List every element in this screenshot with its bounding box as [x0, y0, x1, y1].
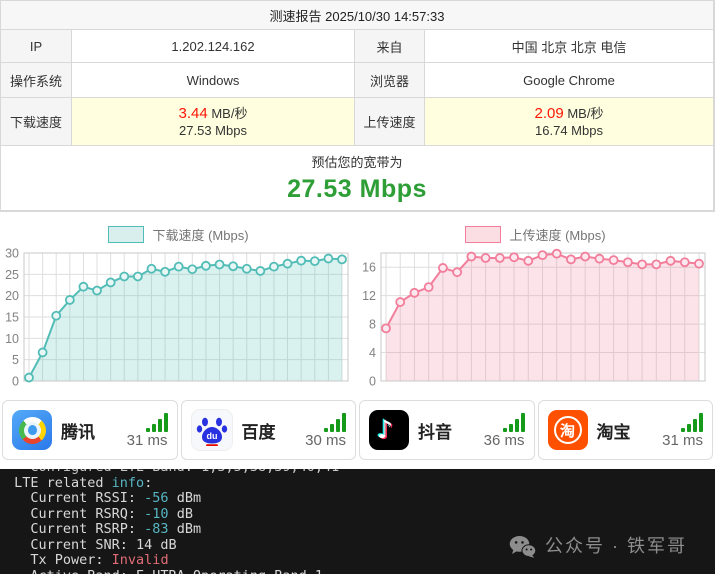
bandwidth-estimate: 预估您的宽带为 27.53 Mbps [1, 146, 714, 211]
signal-bars-icon [324, 413, 346, 432]
download-speed-value: 3.44 MB/秒 27.53 Mbps [72, 98, 355, 146]
ip-label: IP [1, 30, 72, 63]
ping-card-baidu: du 百度 30 ms [181, 400, 357, 460]
download-mb-unit: MB/秒 [211, 106, 247, 121]
upload-speed-value: 2.09 MB/秒 16.74 Mbps [425, 98, 714, 146]
svg-text:0: 0 [369, 375, 376, 389]
bandwidth-caption: 预估您的宽带为 [311, 152, 402, 171]
download-mb-value: 3.44 [179, 105, 208, 122]
svg-text:8: 8 [369, 318, 376, 332]
watermark: 公众号 · 铁军哥 [509, 535, 687, 558]
upload-legend-label: 上传速度 (Mbps) [509, 225, 605, 244]
download-mbps-value: 27.53 Mbps [179, 122, 247, 139]
download-chart: 下载速度 (Mbps) 0 5 10 15 20 25 30 [0, 224, 357, 390]
upload-chart: 上传速度 (Mbps) 0 4 8 12 16 [357, 224, 714, 390]
svg-text:20: 20 [5, 289, 19, 303]
download-legend-label: 下载速度 (Mbps) [152, 225, 248, 244]
browser-value: Google Chrome [425, 63, 714, 98]
svg-text:4: 4 [369, 346, 376, 360]
upload-mb-value: 2.09 [535, 105, 564, 122]
upload-mb-unit: MB/秒 [567, 106, 603, 121]
terminal-line: Active Band: E-UTRA Operating Band 1 [6, 569, 715, 574]
ping-card-taobao: 淘淘宝 31 ms [538, 400, 714, 460]
speedtest-report-page: 测速报告 2025/10/30 14:57:33 IP 1.202.124.16… [0, 0, 715, 574]
douyin-icon: ♪♪♪ [369, 410, 409, 450]
report-table: 测速报告 2025/10/30 14:57:33 IP 1.202.124.16… [0, 0, 715, 212]
latency-value: 30 ms [305, 433, 346, 448]
origin-value: 中国 北京 北京 电信 [425, 30, 714, 63]
download-speed-label: 下载速度 [1, 98, 72, 146]
latency-value: 31 ms [127, 433, 168, 448]
tencent-icon [12, 410, 52, 450]
svg-text:du: du [206, 431, 217, 441]
browser-label: 浏览器 [355, 63, 425, 98]
ping-card-latency-block: 36 ms [484, 413, 525, 448]
origin-label: 来自 [355, 30, 425, 63]
svg-text:5: 5 [12, 353, 19, 367]
svg-text:15: 15 [5, 311, 19, 325]
os-value: Windows [72, 63, 355, 98]
terminal-line: LTE related info: [6, 476, 715, 492]
baidu-icon: du [191, 409, 233, 451]
ping-card-name: 百度 [242, 418, 276, 443]
ping-cards-row: 腾讯 31 ms du 百度 30 ms ♪♪♪ 抖音 36 ms 淘淘宝 31 ms [0, 400, 715, 460]
upload-chart-plot: 0 4 8 12 16 [360, 246, 712, 390]
taobao-icon: 淘 [548, 410, 588, 450]
upload-chart-legend: 上传速度 (Mbps) [465, 224, 605, 244]
download-chart-plot: 0 5 10 15 20 25 30 [3, 246, 355, 390]
signal-bars-icon [146, 413, 168, 432]
signal-bars-icon [681, 413, 703, 432]
report-title: 测速报告 2025/10/30 14:57:33 [1, 1, 714, 30]
latency-value: 36 ms [484, 433, 525, 448]
svg-text:12: 12 [362, 289, 376, 303]
ip-value: 1.202.124.162 [72, 30, 355, 63]
charts-section: 下载速度 (Mbps) 0 5 10 15 20 25 30 上传速度 (Mbps) 0 4 8… [0, 224, 715, 390]
ping-card-douyin: ♪♪♪ 抖音 36 ms [359, 400, 535, 460]
ping-card-latency-block: 30 ms [305, 413, 346, 448]
download-chart-legend: 下载速度 (Mbps) [108, 224, 248, 244]
signal-bars-icon [503, 413, 525, 432]
ping-card-latency-block: 31 ms [127, 413, 168, 448]
ping-card-name: 淘宝 [597, 418, 631, 443]
ping-card-tencent: 腾讯 31 ms [2, 400, 178, 460]
upload-legend-swatch [465, 226, 501, 243]
svg-text:16: 16 [362, 261, 376, 275]
wechat-icon [509, 535, 536, 558]
download-legend-swatch [108, 226, 144, 243]
svg-text:30: 30 [5, 247, 19, 261]
ping-card-name: 抖音 [418, 418, 452, 443]
watermark-text: 公众号 · 铁军哥 [545, 539, 687, 555]
upload-mbps-value: 16.74 Mbps [535, 122, 603, 139]
ping-card-latency-block: 31 ms [662, 413, 703, 448]
svg-text:25: 25 [5, 268, 19, 282]
latency-value: 31 ms [662, 433, 703, 448]
upload-speed-label: 上传速度 [355, 98, 425, 146]
terminal-lines: Configured LTE Band: 1,3,5,38,39,40,41 L… [6, 469, 715, 574]
terminal-output: Configured LTE Band: 1,3,5,38,39,40,41 L… [0, 469, 715, 574]
terminal-line: Current RSRQ: -10 dB [6, 507, 715, 523]
ping-card-name: 腾讯 [61, 418, 95, 443]
os-label: 操作系统 [1, 63, 72, 98]
svg-text:0: 0 [12, 375, 19, 389]
bandwidth-value: 27.53 Mbps [287, 175, 427, 204]
svg-text:10: 10 [5, 332, 19, 346]
terminal-line: Current RSSI: -56 dBm [6, 491, 715, 507]
